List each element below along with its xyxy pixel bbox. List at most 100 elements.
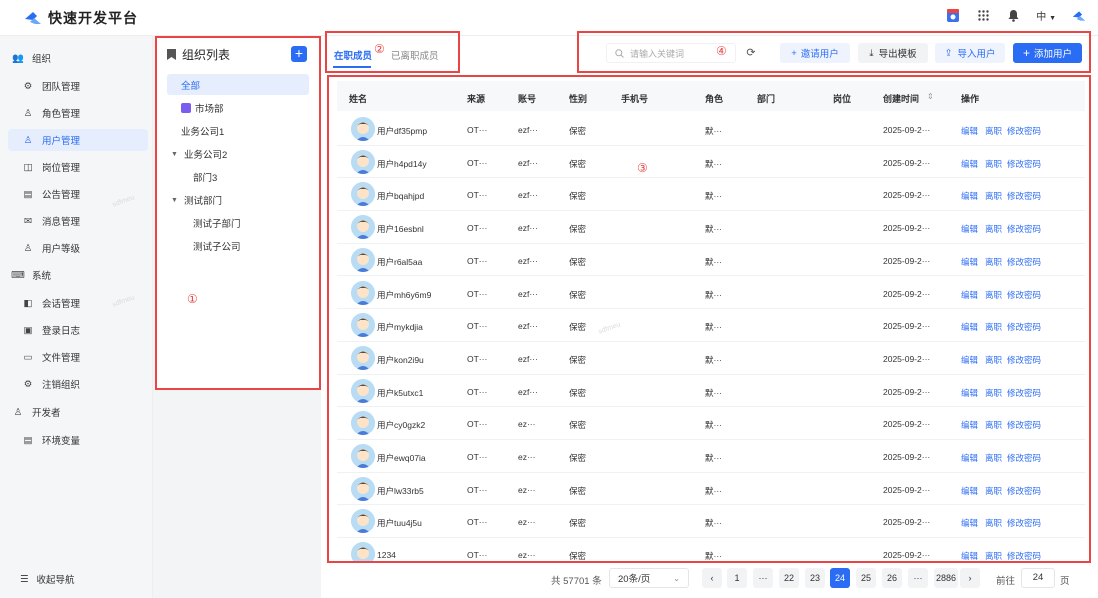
resign-link[interactable]: 离职 (985, 452, 1002, 464)
export-template-button[interactable]: ⤓ 导出模板 (858, 43, 928, 63)
change-password-link[interactable]: 修改密码 (1007, 550, 1041, 561)
change-password-link[interactable]: 修改密码 (1007, 190, 1041, 202)
change-password-link[interactable]: 修改密码 (1007, 354, 1041, 366)
resign-link[interactable]: 离职 (985, 256, 1002, 268)
edit-link[interactable]: 编辑 (961, 190, 978, 202)
table-row[interactable]: 用户h4pd14y OT··· ezf··· 保密 默··· 2025-09-2··· 编辑… (337, 146, 1085, 179)
resign-link[interactable]: 离职 (985, 419, 1002, 431)
sort-icon[interactable]: ⇕ (927, 92, 934, 101)
tab-resigned-members[interactable]: 已离职成员 (391, 48, 439, 62)
sidebar-item-positions[interactable]: ◫ 岗位管理 (0, 156, 153, 178)
tree-item-test-subcompany[interactable]: 测试子公司 (193, 239, 241, 253)
page-number[interactable]: 23 (805, 568, 825, 588)
edit-link[interactable]: 编辑 (961, 452, 978, 464)
refresh-icon[interactable]: ⟳ (744, 46, 758, 60)
change-password-link[interactable]: 修改密码 (1007, 289, 1041, 301)
collapse-nav-button[interactable]: ☰ 收起导航 (20, 572, 75, 587)
app-logo[interactable]: 快速开发平台 (24, 8, 138, 28)
edit-link[interactable]: 编辑 (961, 223, 978, 235)
change-password-link[interactable]: 修改密码 (1007, 158, 1041, 170)
edit-link[interactable]: 编辑 (961, 289, 978, 301)
page-ellipsis[interactable]: ··· (753, 568, 773, 588)
change-password-link[interactable]: 修改密码 (1007, 452, 1041, 464)
next-page-button[interactable]: › (960, 568, 980, 588)
tree-item-company1[interactable]: 业务公司1 (181, 124, 224, 138)
tree-item-test-subdept[interactable]: 测试子部门 (193, 216, 241, 230)
tree-item-test-dept[interactable]: ▼ 测试部门 (171, 193, 222, 207)
add-org-button[interactable]: + (291, 46, 307, 62)
change-password-link[interactable]: 修改密码 (1007, 321, 1041, 333)
avatar-badge-icon[interactable] (946, 8, 960, 23)
nav-group-org[interactable]: 👥 组织 (0, 47, 153, 69)
invite-user-button[interactable]: + 邀请用户 (780, 43, 850, 63)
change-password-link[interactable]: 修改密码 (1007, 517, 1041, 529)
page-ellipsis[interactable]: ··· (908, 568, 928, 588)
page-number[interactable]: 22 (779, 568, 799, 588)
import-user-button[interactable]: ⇪ 导入用户 (935, 43, 1005, 63)
sidebar-item-env-vars[interactable]: ▤ 环境变量 (0, 429, 153, 451)
sidebar-item-login-logs[interactable]: ▣ 登录日志 (0, 319, 153, 341)
tree-item-market[interactable]: 市场部 (181, 101, 224, 115)
goto-page-input[interactable]: 24 (1021, 568, 1055, 588)
change-password-link[interactable]: 修改密码 (1007, 256, 1041, 268)
resign-link[interactable]: 离职 (985, 125, 1002, 137)
table-row[interactable]: 用户16esbnl OT··· ezf··· 保密 默··· 2025-09-2··· 编辑… (337, 211, 1085, 244)
sidebar-item-user-levels[interactable]: ♙ 用户等级 (0, 237, 153, 259)
edit-link[interactable]: 编辑 (961, 158, 978, 170)
page-number[interactable]: 2886 (934, 568, 958, 588)
table-row[interactable]: 用户df35pmp OT··· ezf··· 保密 默··· 2025-09-2··· 编辑… (337, 113, 1085, 146)
caret-down-icon[interactable]: ▼ (171, 151, 178, 158)
change-password-link[interactable]: 修改密码 (1007, 485, 1041, 497)
apps-grid-icon[interactable] (976, 9, 990, 23)
table-row[interactable]: 用户bqahjpd OT··· ezf··· 保密 默··· 2025-09-2··· 编辑… (337, 178, 1085, 212)
table-row[interactable]: 用户k5utxc1 OT··· ezf··· 保密 默··· 2025-09-2··· 编辑… (337, 375, 1085, 408)
edit-link[interactable]: 编辑 (961, 419, 978, 431)
edit-link[interactable]: 编辑 (961, 387, 978, 399)
sidebar-item-files[interactable]: ▭ 文件管理 (0, 346, 153, 368)
table-row[interactable]: 用户ewq07ia OT··· ez··· 保密 默··· 2025-09-2··· 编辑离… (337, 440, 1085, 473)
page-number[interactable]: 25 (856, 568, 876, 588)
bell-icon[interactable] (1006, 9, 1020, 23)
sidebar-item-team[interactable]: ⚙ 团队管理 (0, 75, 153, 97)
resign-link[interactable]: 离职 (985, 321, 1002, 333)
edit-link[interactable]: 编辑 (961, 354, 978, 366)
resign-link[interactable]: 离职 (985, 550, 1002, 561)
sidebar-item-deregister[interactable]: ⚙ 注销组织 (0, 373, 153, 395)
change-password-link[interactable]: 修改密码 (1007, 387, 1041, 399)
language-switcher[interactable]: 中 ▼ (1036, 8, 1056, 23)
table-row[interactable]: 用户r6al5aa OT··· ezf··· 保密 默··· 2025-09-2··· 编辑… (337, 244, 1085, 277)
edit-link[interactable]: 编辑 (961, 125, 978, 137)
sidebar-item-messages[interactable]: ✉ 消息管理 (0, 210, 153, 232)
nav-group-developer[interactable]: ♙ 开发者 (0, 401, 153, 423)
sidebar-item-users[interactable]: ♙ 用户管理 (8, 129, 148, 151)
page-number[interactable]: 26 (882, 568, 902, 588)
resign-link[interactable]: 离职 (985, 354, 1002, 366)
table-row[interactable]: 用户lw33rb5 OT··· ez··· 保密 默··· 2025-09-2··· 编辑离… (337, 473, 1085, 506)
caret-down-icon[interactable]: ▼ (171, 197, 178, 204)
resign-link[interactable]: 离职 (985, 289, 1002, 301)
table-row[interactable]: 用户tuu4j5u OT··· ez··· 保密 默··· 2025-09-2··· 编辑离… (337, 505, 1085, 539)
table-row[interactable]: 用户mh6y6m9 OT··· ezf··· 保密 默··· 2025-09-2··· 编辑… (337, 277, 1085, 310)
resign-link[interactable]: 离职 (985, 223, 1002, 235)
nav-group-system[interactable]: ⌨ 系统 (0, 264, 153, 286)
table-row[interactable]: 用户cy0gzk2 OT··· ez··· 保密 默··· 2025-09-2··· 编辑离… (337, 407, 1085, 440)
table-row[interactable]: 用户kon2i9u OT··· ezf··· 保密 默··· 2025-09-2··· 编辑… (337, 342, 1085, 375)
tree-item-dept3[interactable]: 部门3 (193, 170, 217, 184)
table-row[interactable]: 用户mykdjia OT··· ezf··· 保密 默··· 2025-09-2··· 编辑… (337, 309, 1085, 342)
page-number[interactable]: 24 (830, 568, 850, 588)
tree-item-company2[interactable]: ▼ 业务公司2 (171, 147, 227, 161)
resign-link[interactable]: 离职 (985, 158, 1002, 170)
edit-link[interactable]: 编辑 (961, 256, 978, 268)
edit-link[interactable]: 编辑 (961, 517, 978, 529)
resign-link[interactable]: 离职 (985, 387, 1002, 399)
edit-link[interactable]: 编辑 (961, 321, 978, 333)
change-password-link[interactable]: 修改密码 (1007, 223, 1041, 235)
edit-link[interactable]: 编辑 (961, 550, 978, 561)
table-row[interactable]: 1234 OT··· ez··· 保密 默··· 2025-09-2··· 编辑 离职 修改密码 (337, 538, 1085, 561)
edit-link[interactable]: 编辑 (961, 485, 978, 497)
page-size-select[interactable]: 20条/页 ⌄ (609, 568, 689, 588)
resign-link[interactable]: 离职 (985, 190, 1002, 202)
change-password-link[interactable]: 修改密码 (1007, 419, 1041, 431)
add-user-button[interactable]: + 添加用户 (1013, 43, 1082, 63)
resign-link[interactable]: 离职 (985, 517, 1002, 529)
